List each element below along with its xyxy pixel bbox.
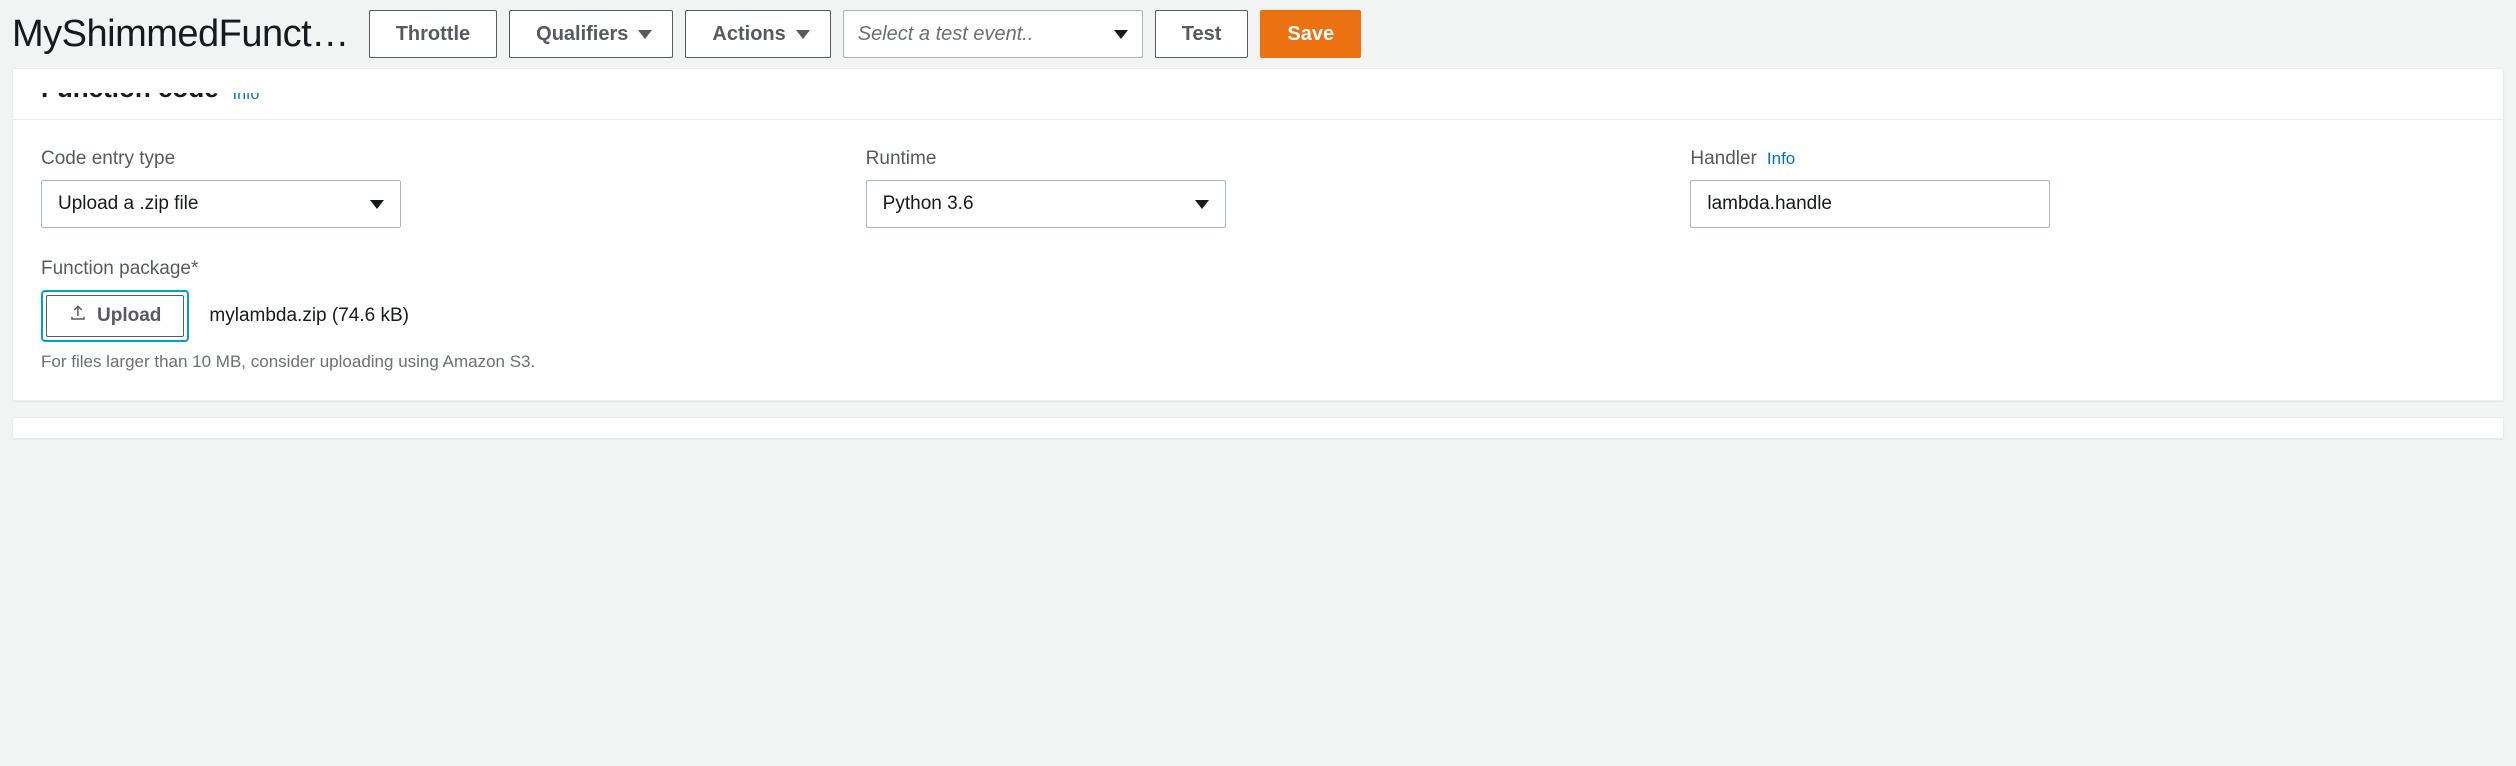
caret-down-icon [796,30,810,39]
info-link[interactable]: Info [233,93,260,104]
page-title: MyShimmedFunct… [12,13,349,56]
upload-button-focus-ring: Upload [41,290,189,342]
test-event-placeholder: Select a test event.. [858,23,1034,46]
throttle-button[interactable]: Throttle [369,10,497,58]
qualifiers-label: Qualifiers [536,23,628,46]
divider [13,119,2503,120]
uploaded-file-info: mylambda.zip (74.6 kB) [209,305,409,327]
actions-label: Actions [712,23,785,46]
caret-down-icon [370,200,384,209]
next-panel-top [12,417,2504,439]
test-event-select[interactable]: Select a test event.. [843,10,1143,58]
function-package-label: Function package* [41,258,2475,280]
handler-label: Handler [1690,148,1757,170]
qualifiers-dropdown[interactable]: Qualifiers [509,10,673,58]
handler-input[interactable] [1690,180,2050,228]
section-title: Function code [41,93,219,104]
function-code-panel: Function code Info Code entry type Uploa… [12,68,2504,401]
caret-down-icon [1114,30,1128,39]
handler-info-link[interactable]: Info [1767,149,1795,169]
page-header: MyShimmedFunct… Throttle Qualifiers Acti… [0,0,2516,68]
upload-icon [69,304,87,328]
caret-down-icon [638,30,652,39]
code-entry-value: Upload a .zip file [58,193,198,215]
upload-hint: For files larger than 10 MB, consider up… [41,352,2475,372]
runtime-label: Runtime [866,148,1651,170]
runtime-select[interactable]: Python 3.6 [866,180,1226,228]
runtime-value: Python 3.6 [883,193,974,215]
upload-button[interactable]: Upload [46,295,184,337]
upload-button-label: Upload [97,305,161,327]
test-button[interactable]: Test [1155,10,1249,58]
code-entry-select[interactable]: Upload a .zip file [41,180,401,228]
actions-dropdown[interactable]: Actions [685,10,830,58]
caret-down-icon [1195,200,1209,209]
code-entry-label: Code entry type [41,148,826,170]
save-button[interactable]: Save [1260,10,1361,58]
